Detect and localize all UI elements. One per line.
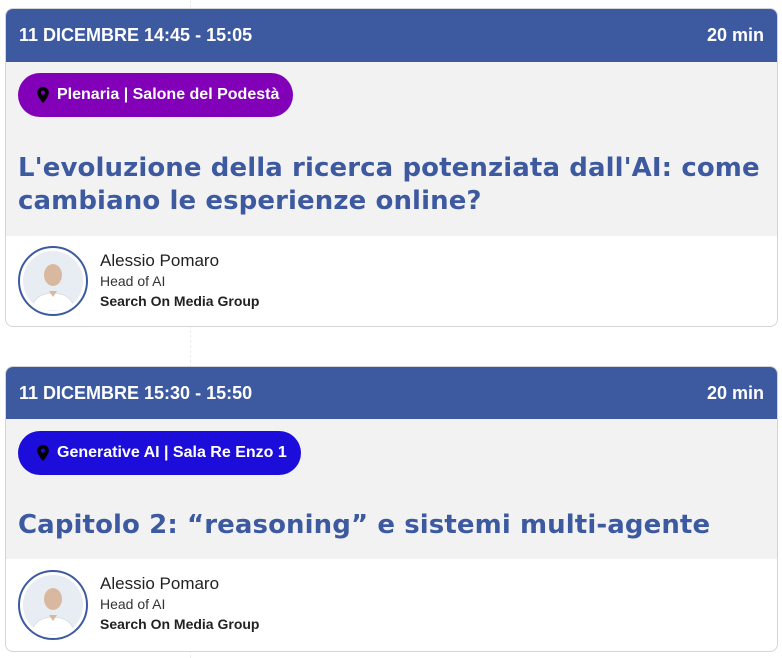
session-datetime: 11 DICEMBRE 15:30 - 15:50 — [19, 382, 253, 403]
session-duration: 20 min — [706, 382, 764, 403]
location-badge[interactable]: Plenaria | Salone del Podestà — [18, 73, 294, 117]
speaker-row[interactable]: Alessio Pomaro Head of AI Search On Medi… — [6, 236, 777, 326]
location-badge[interactable]: Generative AI | Sala Re Enzo 1 — [18, 431, 301, 475]
session-card[interactable]: 11 DICEMBRE 14:45 - 15:05 20 min Plenari… — [5, 8, 778, 327]
avatar — [18, 246, 88, 316]
speaker-company: Search On Media Group — [100, 293, 260, 309]
map-pin-icon — [37, 445, 49, 461]
avatar — [18, 570, 88, 640]
speaker-role: Head of AI — [100, 273, 166, 289]
session-header: 11 DICEMBRE 14:45 - 15:05 20 min — [6, 9, 777, 62]
session-title[interactable]: Capitolo 2: “reasoning” e sistemi multi-… — [18, 509, 765, 542]
speaker-row[interactable]: Alessio Pomaro Head of AI Search On Medi… — [6, 559, 777, 651]
session-datetime: 11 DICEMBRE 14:45 - 15:05 — [19, 25, 253, 45]
speaker-role: Head of AI — [100, 596, 166, 612]
map-pin-icon — [37, 87, 49, 103]
location-label: Generative AI | Sala Re Enzo 1 — [57, 444, 287, 461]
session-card[interactable]: 11 DICEMBRE 15:30 - 15:50 20 min Generat… — [5, 366, 778, 652]
session-header: 11 DICEMBRE 15:30 - 15:50 20 min — [6, 367, 777, 419]
speaker-photo — [23, 575, 83, 635]
session-title[interactable]: L'evoluzione della ricerca potenziata da… — [18, 152, 765, 218]
session-duration: 20 min — [706, 25, 764, 45]
speaker-name[interactable]: Alessio Pomaro — [100, 574, 219, 594]
speaker-company: Search On Media Group — [100, 616, 260, 632]
speaker-name[interactable]: Alessio Pomaro — [100, 251, 219, 271]
speaker-photo — [23, 251, 83, 311]
location-label: Plenaria | Salone del Podestà — [57, 86, 280, 103]
